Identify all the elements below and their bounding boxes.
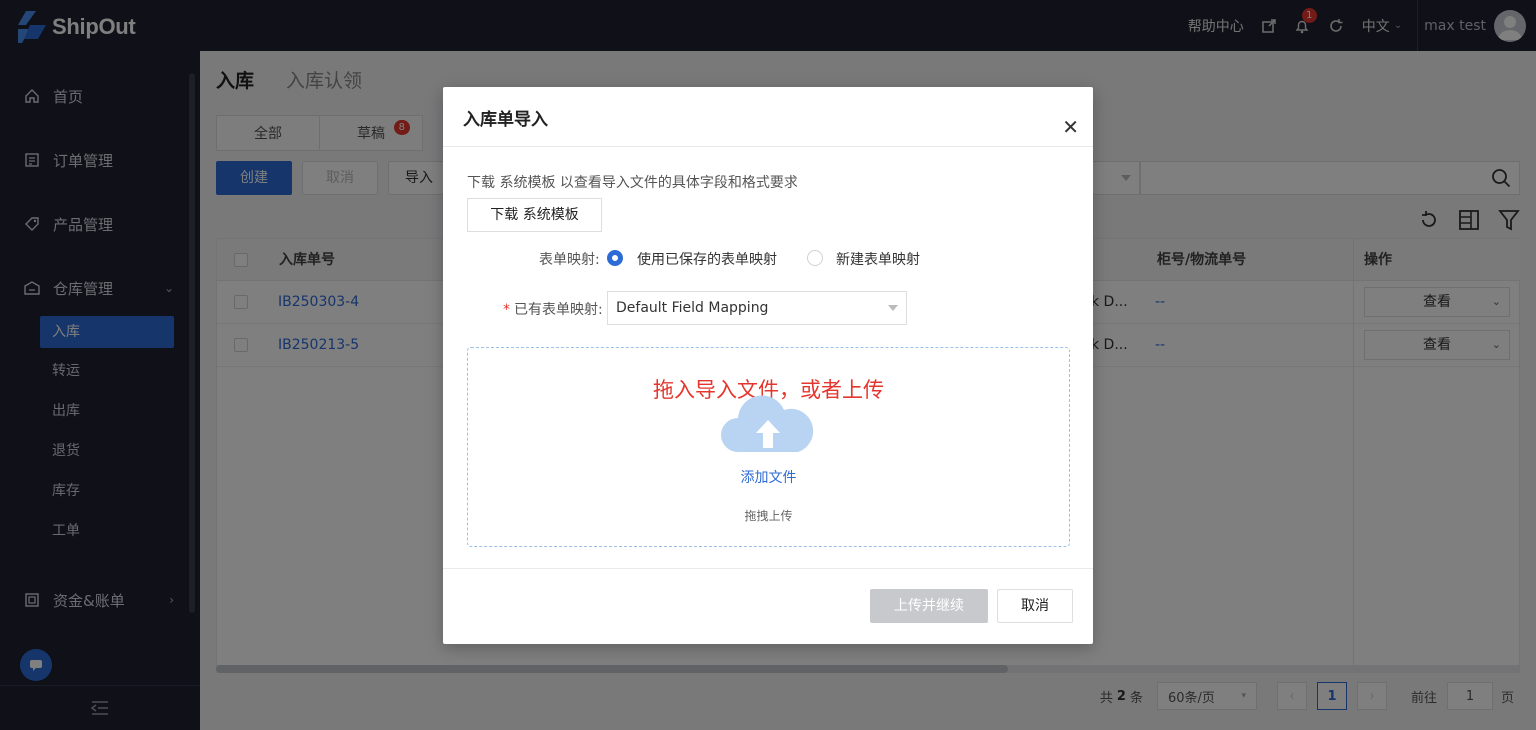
modal-title: 入库单导入 xyxy=(463,110,548,130)
modal-cancel-button[interactable]: 取消 xyxy=(997,589,1073,623)
existing-mapping-label: * 已有表单映射: xyxy=(503,299,603,319)
radio-new-mapping[interactable] xyxy=(807,250,823,266)
import-modal: 入库单导入 ✕ 下载 系统模板 以查看导入文件的具体字段和格式要求 下载 系统模… xyxy=(443,87,1093,644)
modal-header: 入库单导入 ✕ xyxy=(443,87,1093,147)
mapping-label: 表单映射: xyxy=(539,252,600,268)
drag-upload-hint: 拖拽上传 xyxy=(744,509,793,523)
file-dropzone[interactable]: 拖入导入文件，或者上传 添加文件 拖拽上传 xyxy=(467,347,1070,547)
modal-footer: 上传并继续 取消 xyxy=(443,568,1093,644)
download-template-button[interactable]: 下载 系统模板 xyxy=(467,198,602,232)
required-mark: * xyxy=(503,302,510,318)
existing-mapping-select[interactable]: Default Field Mapping xyxy=(607,291,907,325)
radio-label-new[interactable]: 新建表单映射 xyxy=(836,249,920,269)
existing-mapping-value: Default Field Mapping xyxy=(616,300,769,316)
radio-label-saved[interactable]: 使用已保存的表单映射 xyxy=(637,249,777,269)
close-icon[interactable]: ✕ xyxy=(1062,117,1079,137)
upload-continue-button[interactable]: 上传并继续 xyxy=(870,589,988,623)
caret-down-icon xyxy=(888,305,898,311)
radio-use-saved-mapping[interactable] xyxy=(607,250,623,266)
template-hint: 下载 系统模板 以查看导入文件的具体字段和格式要求 xyxy=(467,175,798,191)
add-file-link[interactable]: 添加文件 xyxy=(468,467,1069,487)
cloud-upload-icon xyxy=(721,395,814,452)
existing-mapping-text: 已有表单映射: xyxy=(514,302,603,318)
